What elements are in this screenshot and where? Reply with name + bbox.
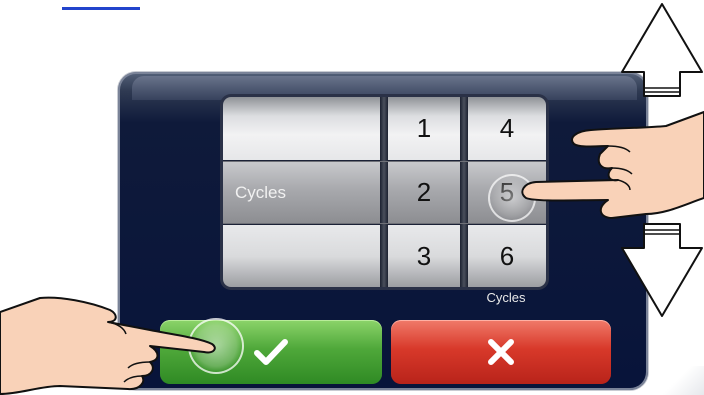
corner-decoration: [662, 366, 704, 395]
picker-value[interactable]: 3: [388, 225, 460, 287]
hand-pointer-icon: [0, 296, 216, 395]
hand-pointer-icon: [521, 111, 704, 219]
picker-label-column: Cycles: [223, 97, 380, 287]
picker-value[interactable]: 1: [388, 97, 460, 160]
picker-divider: [380, 97, 388, 287]
label-cell-empty: [223, 97, 380, 160]
picker-value-selected[interactable]: 2: [388, 161, 460, 224]
cancel-button[interactable]: [391, 320, 611, 384]
picker-selected-label: Cycles: [223, 161, 380, 224]
picker-value[interactable]: 6: [468, 225, 546, 287]
picker-column-tens[interactable]: 1 2 3: [388, 97, 460, 287]
picker-divider: [460, 97, 468, 287]
arrow-down-icon: [621, 223, 703, 317]
label-cell-empty: [223, 225, 380, 287]
picker-caption: Cycles: [486, 290, 526, 305]
x-icon: [391, 320, 611, 384]
top-link-fragment[interactable]: [62, 0, 140, 10]
arrow-up-icon: [621, 3, 703, 97]
